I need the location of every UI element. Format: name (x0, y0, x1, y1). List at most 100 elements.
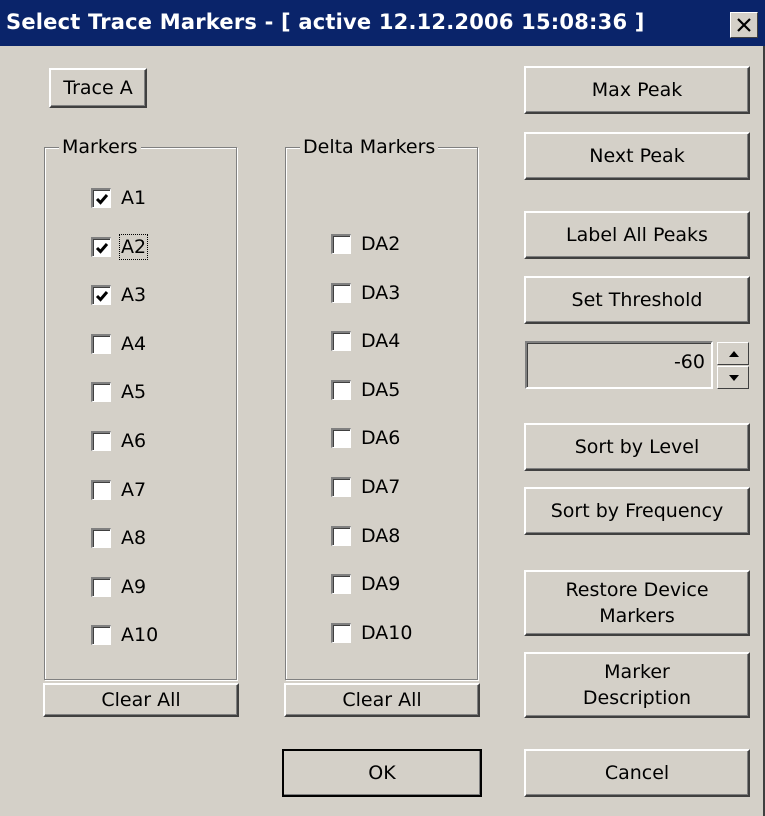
marker-checkbox-a3[interactable]: A3 (91, 283, 146, 307)
checkbox-label: A3 (121, 284, 147, 307)
title-bar: Select Trace Markers - [ active 12.12.20… (0, 0, 765, 46)
checkbox-box[interactable] (91, 236, 111, 257)
marker-description-button[interactable]: Marker Description (524, 652, 750, 718)
delta-marker-checkbox-da6[interactable]: DA6 (331, 426, 400, 450)
sort-by-frequency-label: Sort by Frequency (550, 500, 724, 522)
threshold-up-button[interactable] (717, 342, 749, 365)
checkbox-box[interactable] (91, 528, 111, 549)
marker-description-line1: Marker (604, 661, 670, 683)
delta-clear-all-label: Clear All (342, 689, 422, 711)
set-threshold-label: Set Threshold (571, 289, 703, 311)
checkbox-label: A5 (121, 381, 147, 404)
marker-checkbox-a2[interactable]: A2 (91, 233, 149, 260)
marker-checkbox-a10[interactable]: A10 (91, 623, 158, 647)
checkbox-label: DA4 (361, 330, 401, 353)
checkbox-label: A2 (118, 233, 149, 260)
checkbox-label: A6 (121, 430, 147, 452)
delta-markers-group-label: Delta Markers (300, 134, 439, 160)
marker-description-line2: Description (582, 687, 692, 709)
arrow-up-icon (729, 351, 739, 357)
trace-a-button[interactable]: Trace A (49, 68, 147, 108)
delta-marker-checkbox-da8[interactable]: DA8 (331, 524, 400, 548)
threshold-value: -60 (673, 351, 705, 373)
checkbox-box[interactable] (331, 574, 351, 595)
delta-marker-checkbox-da10[interactable]: DA10 (331, 621, 412, 645)
restore-device-markers-button[interactable]: Restore Device Markers (524, 570, 750, 636)
checkbox-box[interactable] (331, 622, 351, 643)
checkbox-box[interactable] (331, 428, 351, 449)
checkmark-icon (95, 291, 109, 302)
checkbox-label: A10 (121, 624, 159, 647)
checkbox-box[interactable] (91, 333, 111, 354)
arrow-down-icon (729, 375, 739, 381)
checkbox-box[interactable] (91, 188, 111, 208)
set-threshold-button[interactable]: Set Threshold (524, 276, 750, 324)
trace-a-label: Trace A (63, 77, 133, 99)
delta-clear-all-button[interactable]: Clear All (284, 683, 480, 717)
checkbox-label: DA9 (361, 573, 401, 596)
delta-marker-checkbox-da3[interactable]: DA3 (331, 281, 400, 305)
restore-device-markers-line1: Restore Device (565, 579, 709, 601)
restore-device-markers-line2: Markers (599, 605, 675, 627)
ok-label: OK (368, 762, 396, 784)
checkbox-box[interactable] (331, 379, 351, 400)
checkbox-box[interactable] (331, 331, 351, 352)
marker-checkbox-a1[interactable]: A1 (91, 186, 146, 210)
checkbox-label: DA10 (361, 621, 413, 644)
checkbox-box[interactable] (91, 625, 111, 646)
delta-marker-checkbox-da4[interactable]: DA4 (331, 329, 400, 353)
checkbox-label: DA5 (361, 378, 401, 401)
checkbox-box[interactable] (91, 576, 111, 597)
marker-checkbox-a9[interactable]: A9 (91, 575, 146, 599)
checkbox-box[interactable] (91, 479, 111, 500)
marker-checkbox-a5[interactable]: A5 (91, 380, 146, 404)
sort-by-level-button[interactable]: Sort by Level (524, 423, 750, 471)
checkmark-icon (95, 194, 109, 205)
label-all-peaks-button[interactable]: Label All Peaks (524, 211, 750, 259)
checkbox-label: A4 (121, 332, 147, 355)
checkbox-label: A9 (121, 575, 147, 598)
markers-clear-all-label: Clear All (101, 689, 181, 711)
delta-marker-checkbox-da2[interactable]: DA2 (331, 232, 400, 256)
markers-clear-all-button[interactable]: Clear All (43, 683, 239, 717)
checkbox-label: DA8 (361, 524, 401, 547)
delta-marker-checkbox-da9[interactable]: DA9 (331, 572, 400, 596)
markers-group-label: Markers (59, 134, 141, 160)
close-button[interactable] (730, 12, 758, 38)
checkbox-label: DA7 (361, 476, 401, 498)
ok-button[interactable]: OK (282, 749, 482, 797)
checkbox-box[interactable] (91, 285, 111, 306)
dialog-window: Select Trace Markers - [ active 12.12.20… (0, 0, 765, 816)
delta-markers-group: Delta Markers (285, 134, 478, 680)
threshold-input[interactable]: -60 (525, 341, 713, 389)
max-peak-button[interactable]: Max Peak (524, 66, 750, 114)
marker-checkbox-a4[interactable]: A4 (91, 332, 146, 356)
delta-marker-checkbox-da5[interactable]: DA5 (331, 378, 400, 402)
window-title: Select Trace Markers - [ active 12.12.20… (6, 10, 645, 34)
checkbox-box[interactable] (91, 431, 111, 451)
checkbox-box[interactable] (331, 282, 351, 303)
cancel-button[interactable]: Cancel (524, 749, 750, 797)
checkbox-box[interactable] (331, 234, 351, 254)
marker-checkbox-a6[interactable]: A6 (91, 429, 146, 453)
max-peak-label: Max Peak (591, 79, 683, 101)
checkbox-box[interactable] (91, 382, 111, 403)
sort-by-level-label: Sort by Level (574, 436, 700, 458)
checkbox-box[interactable] (331, 525, 351, 546)
threshold-down-button[interactable] (717, 366, 749, 389)
checkbox-box[interactable] (331, 477, 351, 497)
checkbox-label: A7 (121, 478, 147, 501)
label-all-peaks-label: Label All Peaks (566, 224, 708, 246)
next-peak-button[interactable]: Next Peak (524, 132, 750, 180)
checkbox-label: DA2 (361, 233, 401, 255)
checkbox-label: DA3 (361, 281, 401, 304)
checkbox-label: A8 (121, 527, 147, 550)
markers-group: Markers (44, 134, 237, 680)
checkbox-label: A1 (121, 187, 147, 209)
checkmark-icon (95, 242, 109, 254)
delta-marker-checkbox-da7[interactable]: DA7 (331, 475, 400, 499)
marker-checkbox-a8[interactable]: A8 (91, 526, 146, 550)
next-peak-label: Next Peak (589, 145, 685, 167)
sort-by-frequency-button[interactable]: Sort by Frequency (524, 487, 750, 535)
marker-checkbox-a7[interactable]: A7 (91, 478, 146, 502)
